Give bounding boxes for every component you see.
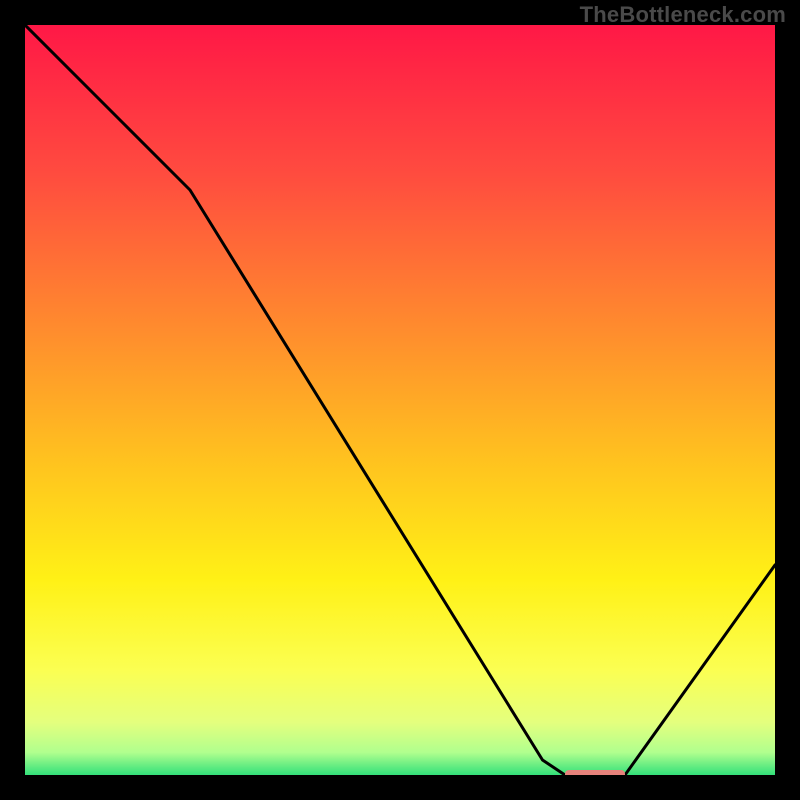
chart-svg bbox=[25, 25, 775, 775]
chart-frame: TheBottleneck.com bbox=[0, 0, 800, 800]
chart-plot bbox=[25, 25, 775, 775]
optimal-marker bbox=[565, 770, 625, 775]
